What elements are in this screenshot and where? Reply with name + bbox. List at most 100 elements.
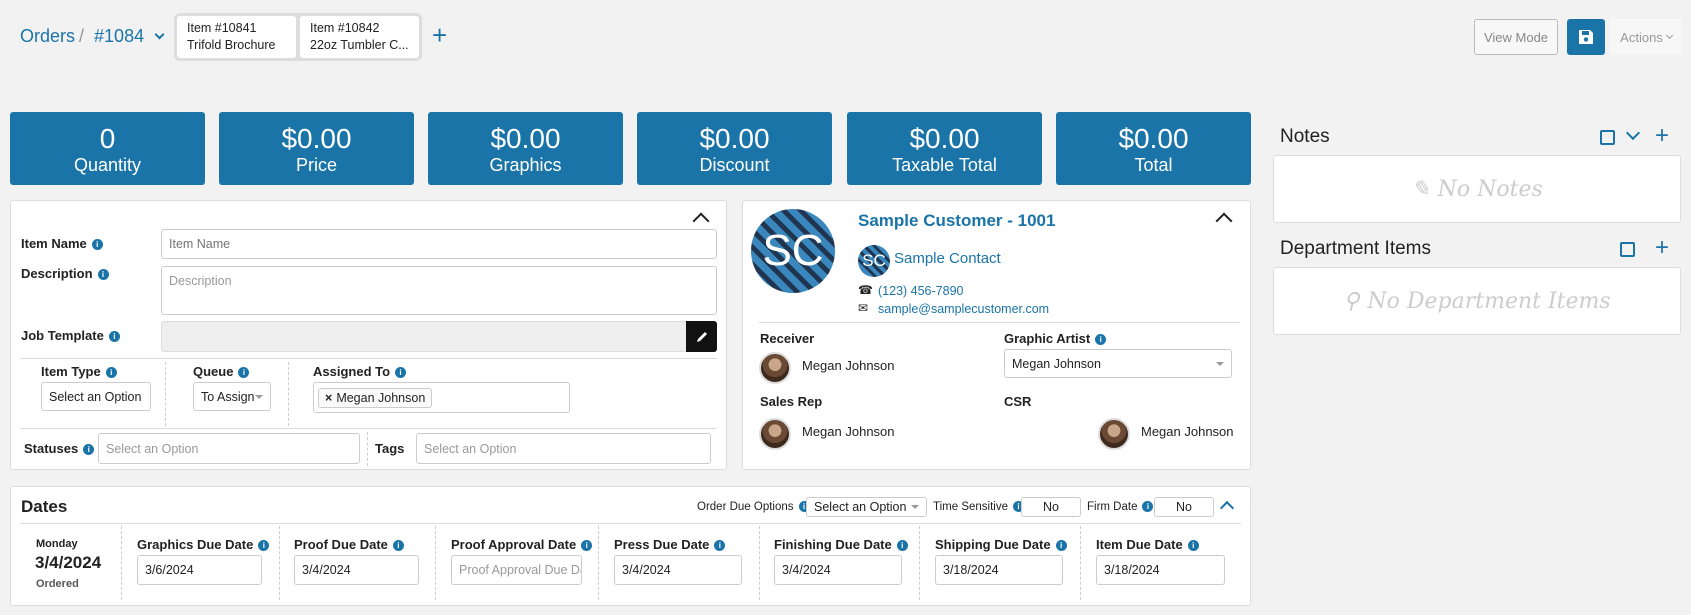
- job-template-label: Job Template i: [21, 328, 120, 343]
- info-icon[interactable]: i: [83, 444, 95, 456]
- stat-graphics: $0.00 Graphics: [428, 112, 623, 185]
- info-icon[interactable]: i: [896, 540, 908, 552]
- item-tab-name: Trifold Brochure: [187, 38, 276, 52]
- caret-down-icon: [255, 394, 263, 399]
- item-due-date-input[interactable]: 3/18/2024: [1096, 555, 1225, 585]
- item-tabs: Item #10841 Trifold Brochure Item #10842…: [174, 13, 422, 61]
- info-icon[interactable]: i: [581, 540, 593, 552]
- stat-value: $0.00: [1118, 123, 1189, 154]
- ordered-day: Monday: [36, 538, 78, 550]
- queue-label: Queue i: [193, 364, 250, 379]
- receiver-label: Receiver: [760, 331, 815, 346]
- csr-avatar: [1098, 418, 1130, 450]
- proof-due-date-input[interactable]: 3/4/2024: [294, 555, 419, 585]
- time-sensitive-toggle[interactable]: No: [1021, 497, 1081, 517]
- divider: [759, 322, 1240, 323]
- divider: [20, 428, 717, 429]
- sales-rep-label: Sales Rep: [760, 394, 823, 409]
- notes-empty-state: ✎ No Notes: [1273, 155, 1681, 223]
- info-icon[interactable]: i: [105, 367, 117, 379]
- save-button[interactable]: [1567, 19, 1605, 55]
- graphic-artist-select[interactable]: Megan Johnson: [1004, 349, 1232, 378]
- info-icon[interactable]: i: [91, 239, 103, 251]
- divider: [121, 526, 122, 600]
- info-icon[interactable]: i: [97, 269, 109, 281]
- assigned-chip-label: Megan Johnson: [336, 390, 426, 405]
- breadcrumb-order-number[interactable]: #1084: [94, 26, 144, 47]
- divider: [279, 526, 280, 600]
- stat-value: $0.00: [490, 123, 561, 154]
- checkbox-icon[interactable]: [1600, 130, 1615, 145]
- info-icon[interactable]: i: [1142, 501, 1154, 513]
- receiver-avatar: [759, 352, 791, 384]
- press-due-date-input[interactable]: 3/4/2024: [614, 555, 742, 585]
- add-note-button[interactable]: +: [1655, 124, 1669, 148]
- graphics-due-date-input[interactable]: 3/6/2024: [137, 555, 262, 585]
- divider: [435, 526, 436, 600]
- department-items-empty-state: ⚲ No Department Items: [1273, 267, 1681, 335]
- department-items-title: Department Items: [1280, 238, 1431, 259]
- item-due-date-label: Item Due Date i: [1096, 537, 1199, 552]
- item-tab-name: 22oz Tumbler C...: [310, 38, 409, 52]
- description-label: Description i: [21, 266, 109, 281]
- proof-approval-date-input[interactable]: Proof Approval Due Date: [451, 555, 582, 585]
- breadcrumb-orders-link[interactable]: Orders: [20, 26, 75, 47]
- assigned-chip: × Megan Johnson: [318, 387, 433, 408]
- info-icon[interactable]: i: [395, 367, 407, 379]
- press-due-date-label: Press Due Date i: [614, 537, 726, 552]
- proof-approval-date-label: Proof Approval Date i: [451, 537, 593, 552]
- item-tab[interactable]: Item #10842 22oz Tumbler C...: [300, 16, 419, 58]
- order-due-options-label: Order Due Options i: [697, 501, 810, 513]
- breadcrumb-separator: /: [79, 26, 85, 46]
- item-tab[interactable]: Item #10841 Trifold Brochure: [177, 16, 296, 58]
- info-icon[interactable]: i: [258, 540, 270, 552]
- notes-empty-text: No Notes: [1437, 176, 1543, 202]
- sales-rep-avatar: [759, 418, 791, 450]
- contact-avatar: SC: [858, 245, 890, 277]
- assigned-to-select[interactable]: × Megan Johnson: [313, 382, 570, 413]
- finishing-due-date-input[interactable]: 3/4/2024: [774, 555, 902, 585]
- divider: [598, 526, 599, 600]
- job-template-select[interactable]: [161, 321, 687, 352]
- receiver-name: Megan Johnson: [802, 358, 895, 373]
- add-department-item-button[interactable]: +: [1655, 236, 1669, 260]
- phone-link[interactable]: (123) 456-7890: [878, 284, 963, 298]
- firm-date-toggle[interactable]: No: [1154, 497, 1214, 517]
- info-icon[interactable]: i: [1187, 540, 1199, 552]
- customer-initials: SC: [762, 226, 824, 275]
- item-type-select[interactable]: Select an Option: [41, 382, 151, 411]
- item-type-label: Item Type i: [41, 364, 117, 379]
- chevron-down-icon[interactable]: [1625, 125, 1641, 141]
- stat-quantity: 0 Quantity: [10, 112, 205, 185]
- description-textarea[interactable]: Description: [161, 266, 717, 315]
- info-icon[interactable]: i: [108, 331, 120, 343]
- firm-date-label: Firm Date i: [1087, 501, 1154, 513]
- info-icon[interactable]: i: [714, 540, 726, 552]
- queue-value: To Assign: [201, 389, 255, 404]
- divider: [165, 362, 166, 426]
- view-mode-button[interactable]: View Mode: [1474, 19, 1558, 55]
- info-icon[interactable]: i: [392, 540, 404, 552]
- info-icon[interactable]: i: [1055, 540, 1067, 552]
- stat-label: Graphics: [489, 155, 562, 175]
- checkbox-icon[interactable]: [1620, 242, 1635, 257]
- info-icon[interactable]: i: [1095, 334, 1107, 346]
- item-name-input[interactable]: [161, 229, 717, 259]
- edit-template-button[interactable]: [686, 321, 717, 352]
- statuses-select[interactable]: Select an Option: [98, 433, 360, 464]
- email-link[interactable]: sample@samplecustomer.com: [878, 302, 1049, 316]
- order-due-options-select[interactable]: Select an Option: [806, 497, 927, 517]
- remove-chip-icon[interactable]: ×: [325, 391, 332, 405]
- add-item-button[interactable]: +: [432, 22, 447, 48]
- shipping-due-date-input[interactable]: 3/18/2024: [935, 555, 1063, 585]
- tags-label: Tags: [375, 441, 405, 456]
- contact-initials: SC: [862, 251, 886, 270]
- chevron-down-icon[interactable]: [154, 29, 165, 40]
- contact-name-link[interactable]: Sample Contact: [894, 250, 1001, 267]
- queue-select[interactable]: To Assign: [193, 382, 271, 411]
- actions-dropdown[interactable]: Actions: [1610, 19, 1682, 55]
- info-icon[interactable]: i: [238, 367, 250, 379]
- pencil-icon: [696, 331, 707, 342]
- tags-select[interactable]: Select an Option: [416, 433, 711, 464]
- customer-name-link[interactable]: Sample Customer - 1001: [858, 211, 1055, 231]
